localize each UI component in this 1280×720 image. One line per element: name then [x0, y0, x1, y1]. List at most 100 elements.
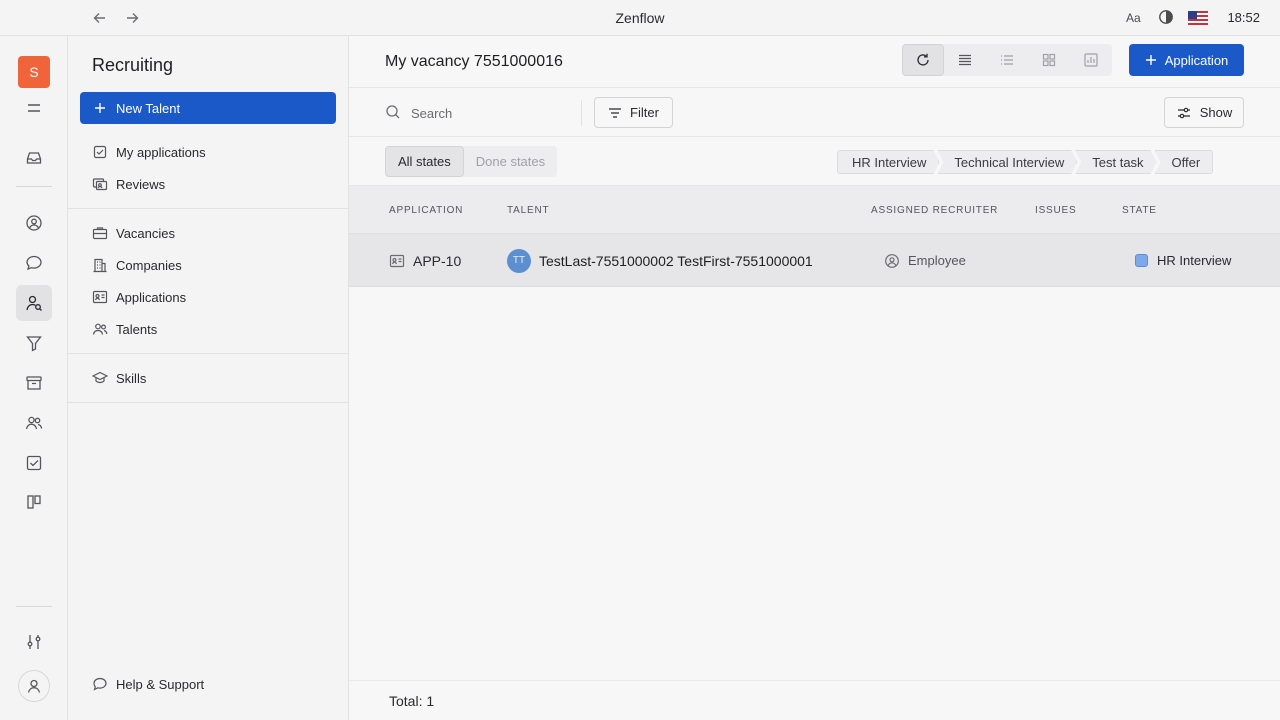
stage-offer[interactable]: Offer	[1154, 150, 1214, 174]
building-icon	[92, 257, 108, 273]
new-talent-button[interactable]: New Talent	[80, 92, 336, 124]
nav-item-companies[interactable]: Companies	[80, 251, 336, 279]
column-header-talent[interactable]: TALENT	[507, 205, 549, 216]
application-id: APP-10	[413, 252, 462, 269]
stage-technical-interview[interactable]: Technical Interview	[937, 150, 1077, 174]
new-talent-label: New Talent	[116, 100, 181, 116]
tab-done-states[interactable]: Done states	[464, 146, 557, 177]
compact-list-view-icon[interactable]	[986, 44, 1028, 76]
board-icon[interactable]	[16, 484, 52, 520]
archive-icon[interactable]	[16, 365, 52, 401]
state-cell[interactable]: HR Interview	[1135, 234, 1231, 287]
nav-item-talents[interactable]: Talents	[80, 315, 336, 343]
list-view-icon[interactable]	[944, 44, 986, 76]
us-flag-icon[interactable]	[1188, 11, 1208, 25]
back-arrow-icon[interactable]	[91, 9, 109, 27]
column-header-assigned-recruiter[interactable]: ASSIGNED RECRUITER	[871, 205, 998, 216]
recruiter-name: Employee	[908, 253, 966, 268]
nav-item-label: Reviews	[116, 176, 166, 192]
main-content: My vacancy 7551000016 Application Search…	[349, 36, 1280, 720]
app-rail: S	[0, 36, 68, 720]
navigator-title: Recruiting	[92, 55, 174, 75]
column-header-state[interactable]: STATE	[1122, 205, 1157, 216]
view-switcher	[902, 44, 1112, 76]
profile-icon[interactable]	[18, 670, 50, 702]
menu-icon[interactable]	[16, 90, 52, 126]
state-color-badge	[1135, 254, 1148, 267]
forward-arrow-icon[interactable]	[123, 9, 141, 27]
nav-item-reviews[interactable]: Reviews	[80, 170, 336, 198]
graduation-cap-icon	[92, 370, 108, 386]
grid-view-icon[interactable]	[1028, 44, 1070, 76]
states-bar: All states Done states HR Interview Tech…	[349, 137, 1280, 186]
navigator-panel: Recruiting New Talent My applications Re…	[68, 36, 349, 720]
clock: 18:52	[1227, 10, 1260, 25]
search-icon	[385, 104, 401, 120]
tasks-icon[interactable]	[16, 445, 52, 481]
add-application-label: Application	[1164, 52, 1229, 68]
column-header-issues[interactable]: ISSUES	[1035, 205, 1076, 216]
id-card-icon	[389, 254, 405, 267]
add-application-button[interactable]: Application	[1129, 44, 1244, 76]
stage-hr-interview[interactable]: HR Interview	[837, 150, 939, 174]
help-support-link[interactable]: Help & Support	[80, 670, 336, 698]
filter-button[interactable]: Filter	[594, 97, 673, 128]
rail-divider-bottom	[16, 606, 52, 607]
rail-divider	[16, 186, 52, 187]
plus-icon	[1145, 54, 1157, 66]
nav-item-label: My applications	[116, 144, 206, 160]
tab-all-states[interactable]: All states	[385, 146, 464, 177]
main-header: My vacancy 7551000016 Application	[349, 36, 1280, 88]
nav-item-label: Companies	[116, 257, 182, 273]
chat-icon[interactable]	[16, 245, 52, 281]
title-bar: Zenflow Aa 18:52	[0, 0, 1280, 36]
nav-item-label: Skills	[116, 370, 147, 386]
chat-bubble-icon	[92, 676, 108, 692]
nav-item-label: Talents	[116, 321, 158, 337]
table-row[interactable]: APP-10 TT TestLast-7551000002 TestFirst-…	[349, 234, 1280, 287]
filter-label: Filter	[630, 105, 659, 120]
talent-cell[interactable]: TT TestLast-7551000002 TestFirst-7551000…	[507, 234, 813, 287]
nav-divider	[68, 402, 349, 403]
checkbox-icon	[92, 144, 108, 160]
workspace-avatar[interactable]: S	[18, 56, 50, 88]
recruiter-cell[interactable]: Employee	[884, 234, 966, 287]
recruiting-icon[interactable]	[16, 285, 52, 321]
briefcase-icon	[92, 225, 108, 241]
search-input[interactable]	[411, 102, 571, 124]
state-tabs: All states Done states	[385, 146, 558, 177]
nav-item-skills[interactable]: Skills	[80, 364, 336, 392]
people-icon	[92, 321, 108, 337]
chart-view-icon[interactable]	[1070, 44, 1112, 76]
nav-item-vacancies[interactable]: Vacancies	[80, 219, 336, 247]
contacts-icon[interactable]	[16, 205, 52, 241]
state-label: HR Interview	[1157, 253, 1232, 268]
talent-avatar: TT	[507, 248, 531, 273]
funnel-icon[interactable]	[16, 325, 52, 361]
filter-toolbar: Filter Show	[349, 88, 1280, 137]
nav-item-applications[interactable]: Applications	[80, 283, 336, 311]
total-count: Total: 1	[389, 693, 435, 709]
nav-divider	[68, 353, 349, 354]
theme-contrast-icon[interactable]	[1158, 9, 1174, 25]
settings-sliders-icon[interactable]	[16, 624, 52, 660]
column-header-application[interactable]: APPLICATION	[389, 205, 463, 216]
view-options-icon	[1177, 107, 1190, 118]
refresh-view-icon[interactable]	[902, 44, 944, 76]
application-cell[interactable]: APP-10	[389, 234, 461, 287]
talent-name: TestLast-7551000002 TestFirst-7551000001	[539, 252, 813, 269]
stage-test-task[interactable]: Test task	[1075, 150, 1156, 174]
help-support-label: Help & Support	[116, 676, 205, 692]
font-size-button[interactable]: Aa	[1126, 11, 1141, 25]
reviews-icon	[92, 176, 108, 192]
nav-item-label: Applications	[116, 289, 187, 305]
nav-item-my-applications[interactable]: My applications	[80, 138, 336, 166]
inbox-icon[interactable]	[16, 140, 52, 176]
table-footer: Total: 1	[349, 680, 1280, 720]
show-label: Show	[1199, 105, 1233, 120]
stage-pipeline: HR Interview Technical Interview Test ta…	[837, 150, 1214, 174]
team-icon[interactable]	[16, 405, 52, 441]
toolbar-divider	[581, 100, 582, 126]
app-title: Zenflow	[615, 10, 665, 26]
show-button[interactable]: Show	[1164, 97, 1244, 128]
